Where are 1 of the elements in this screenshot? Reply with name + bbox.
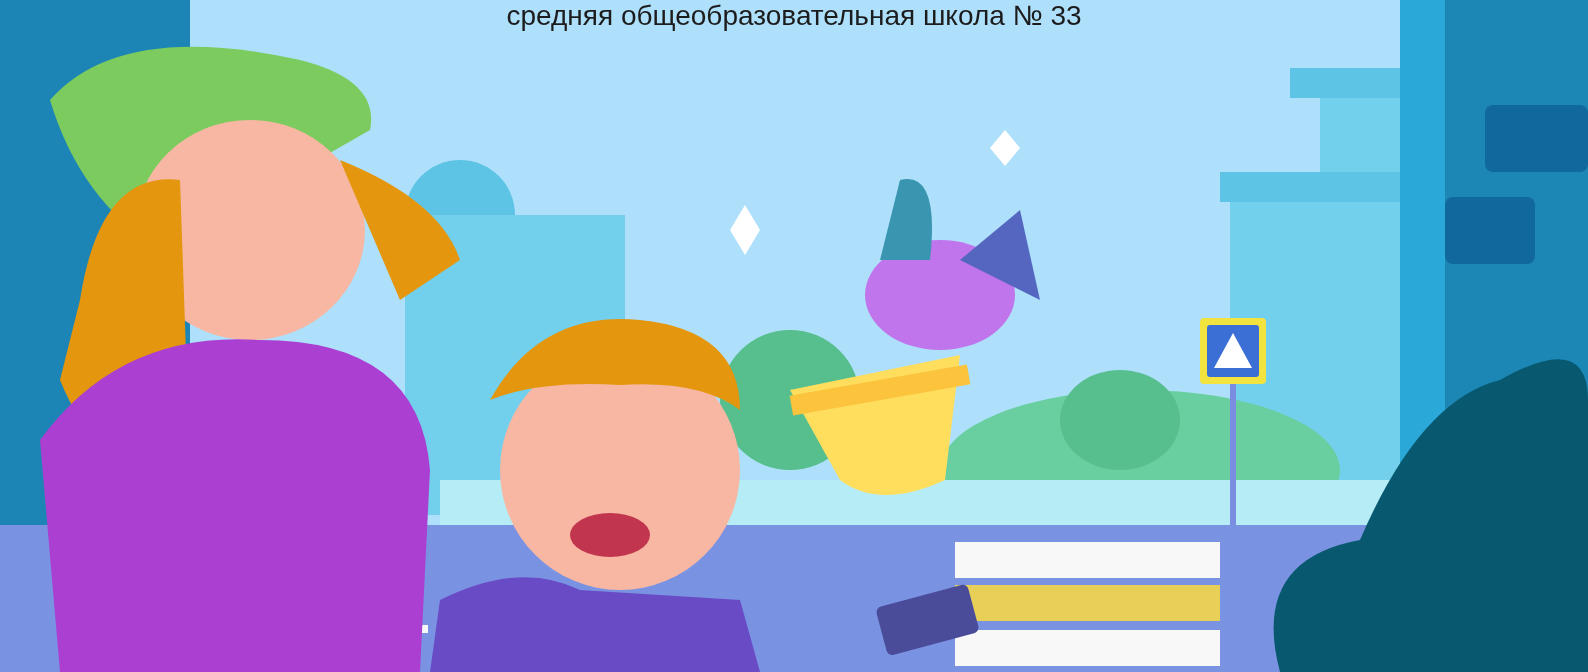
school-title: средняя общеобразовательная школа № 33 [506, 0, 1082, 32]
